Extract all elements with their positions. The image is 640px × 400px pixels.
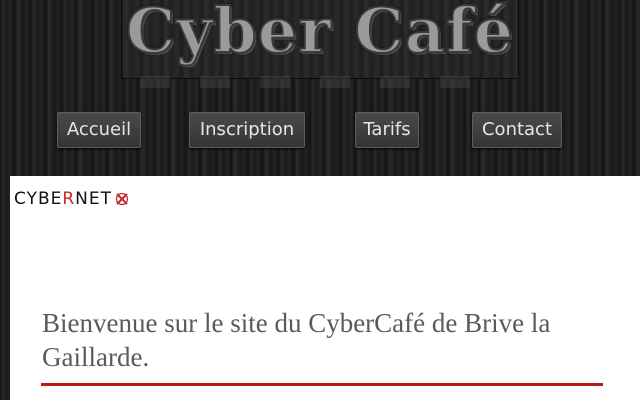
page: Cyber Café Accueil Inscription Tarifs Co… (0, 0, 640, 400)
logo-text-end: NET (75, 189, 113, 209)
nav-item-tarifs[interactable]: Tarifs (355, 112, 419, 148)
welcome-underline (41, 383, 603, 386)
logo-text-start: CYBE (14, 189, 63, 209)
logo-text-accent: R (62, 189, 76, 209)
nav-item-inscription[interactable]: Inscription (189, 112, 305, 148)
content-area: CYBE R NET Bienvenue sur le site du CyberC… (10, 176, 640, 400)
nav-item-accueil[interactable]: Accueil (57, 112, 141, 148)
nav-item-contact[interactable]: Contact (472, 112, 562, 148)
site-title: Cyber Café (125, 0, 515, 68)
header-decoration (140, 76, 500, 88)
welcome-heading: Bienvenue sur le site du CyberCafé de Br… (42, 308, 551, 372)
main-nav: Accueil Inscription Tarifs Contact (0, 112, 640, 148)
header-banner: Cyber Café (122, 0, 518, 78)
logo-mark-icon (115, 192, 129, 206)
cybernet-logo[interactable]: CYBE R NET (14, 188, 129, 210)
